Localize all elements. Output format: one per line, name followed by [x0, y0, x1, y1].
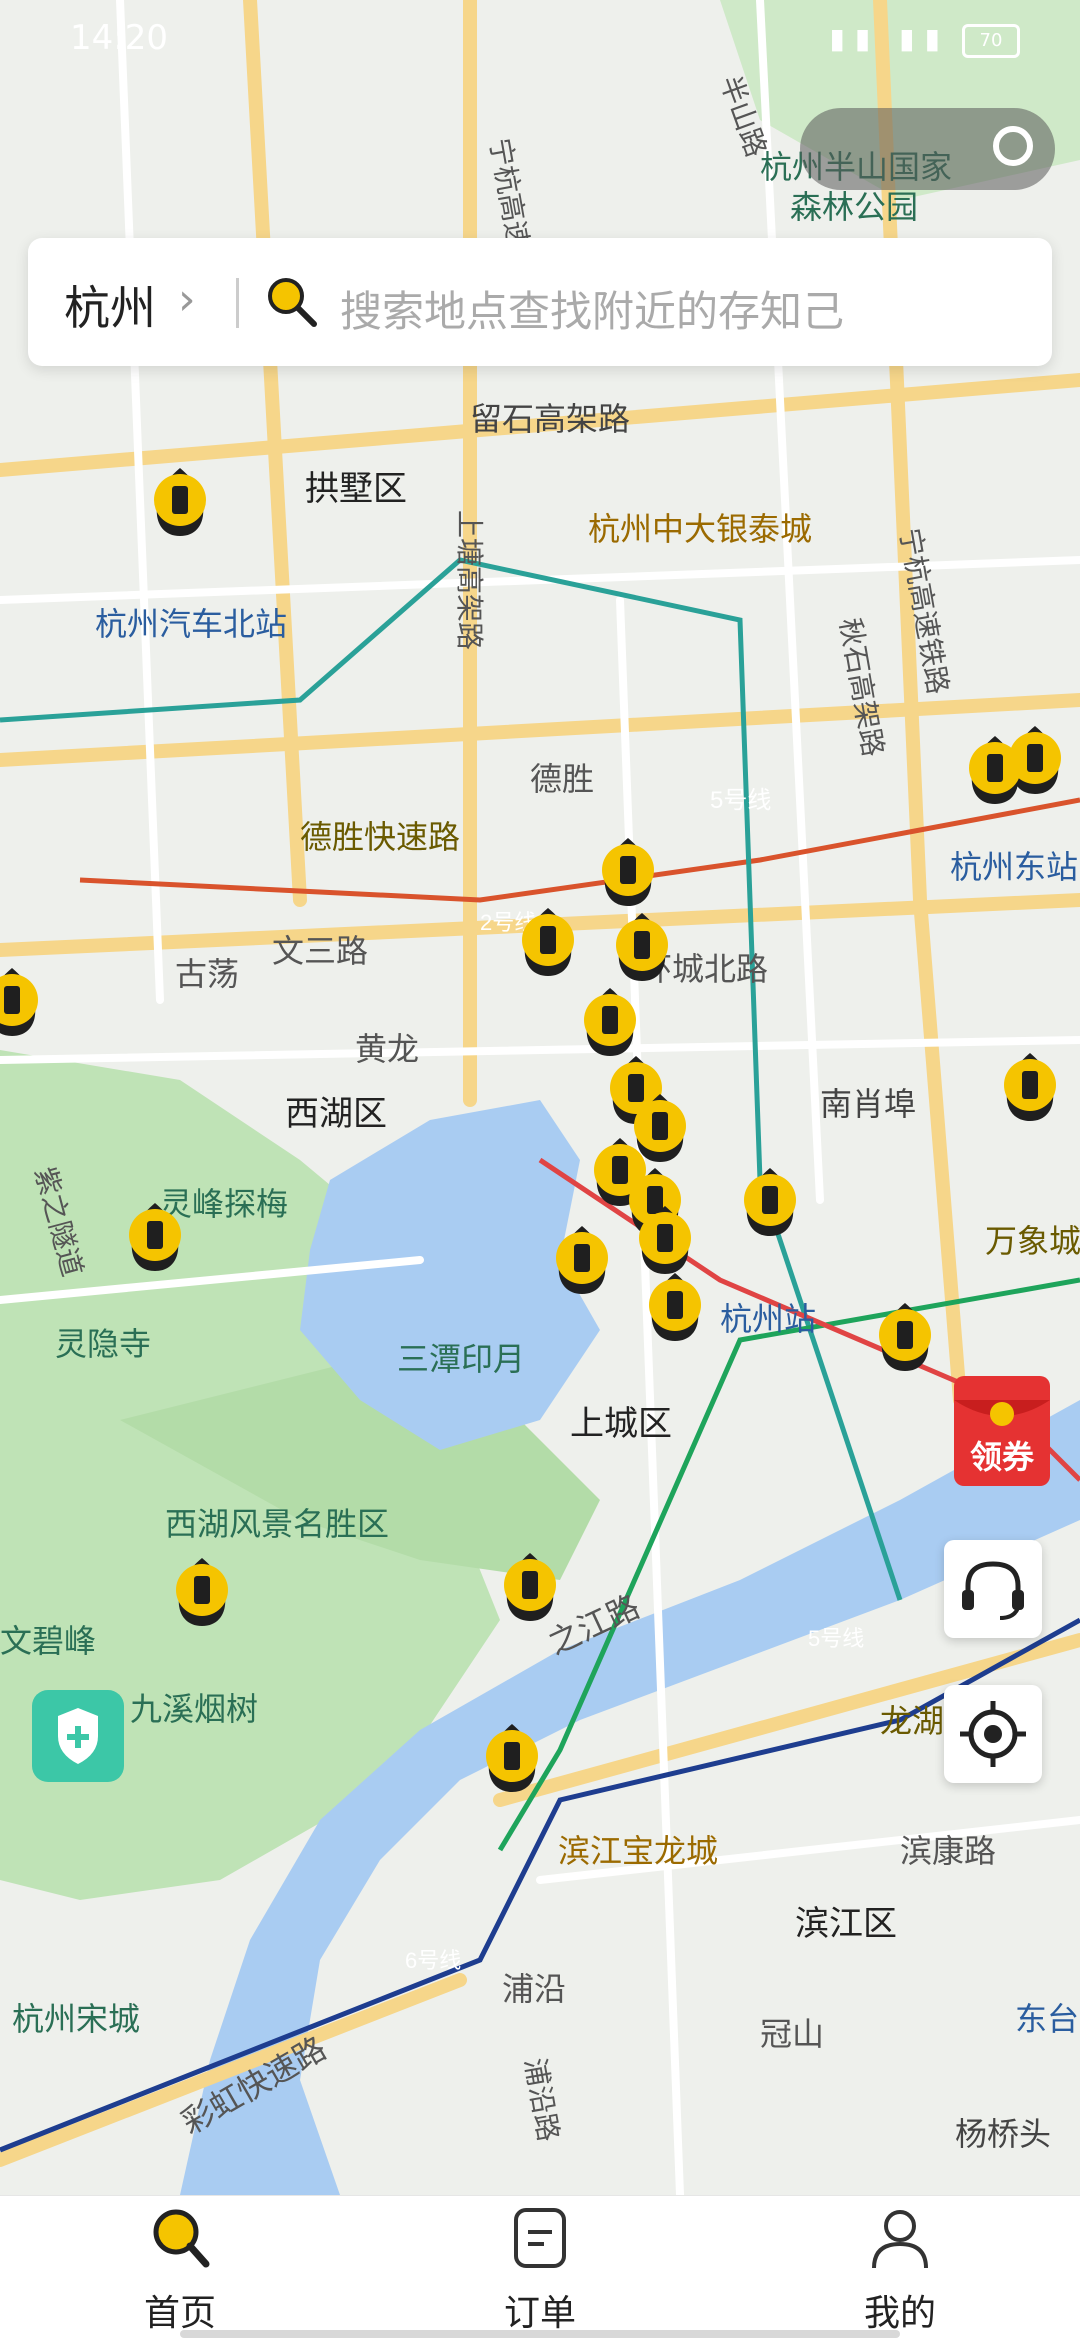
chevron-right-icon: ›: [178, 274, 196, 325]
map-label: 杭州东站: [950, 849, 1078, 885]
search-bar[interactable]: 杭州 › 搜索地点查找附近的存知己: [28, 238, 1052, 366]
map-label: 杭州站: [720, 1301, 816, 1337]
search-icon: [268, 278, 317, 327]
map-label: 上塘高架路: [454, 510, 485, 650]
signal-icons: ▮▮ ▮▮: [829, 22, 950, 55]
map-label: 杭州汽车北站: [95, 606, 287, 642]
headset-icon: [962, 1561, 1024, 1620]
map-label: 南肖埠: [820, 1086, 916, 1122]
map-label: 西湖风景名胜区: [165, 1506, 389, 1542]
bottom-tab-bar: 首页 订单 我的: [0, 2195, 1080, 2341]
divider: [236, 278, 239, 328]
map-label: 东台: [1015, 2001, 1079, 2037]
map-label: 灵隐寺: [55, 1326, 151, 1362]
map-label: 拱墅区: [305, 470, 407, 508]
map-label: 冠山: [760, 2016, 824, 2052]
tab-label: 我的: [863, 2293, 936, 2334]
customer-service-button[interactable]: [944, 1540, 1042, 1638]
profile-icon: [872, 2210, 928, 2269]
capsule-menu[interactable]: [800, 108, 1055, 190]
map-label: 文三路: [272, 933, 368, 969]
close-mini-program-icon[interactable]: [993, 126, 1033, 166]
map-label: 万象城: [985, 1223, 1080, 1259]
map-label: 杨桥头: [955, 2116, 1051, 2152]
locate-icon: [960, 1701, 1026, 1767]
tab-home[interactable]: 首页: [80, 2196, 280, 2341]
map-label: 西湖区: [285, 1095, 387, 1133]
map-label: 三潭印月: [397, 1341, 525, 1377]
tab-mine[interactable]: 我的: [800, 2196, 1000, 2341]
map-label: 5号线: [808, 1626, 864, 1651]
map-label: 留石高架路: [470, 401, 630, 437]
map-label: 5号线: [710, 787, 771, 814]
shield-icon: [58, 1708, 98, 1764]
map-label: 森林公园: [790, 189, 918, 225]
safety-shield-button[interactable]: [32, 1690, 124, 1782]
map-label: 杭州宋城: [12, 2001, 140, 2037]
tab-label: 订单: [503, 2293, 576, 2334]
coupon-label: 领券: [969, 1438, 1034, 1476]
search-input[interactable]: 搜索地点查找附近的存知己: [340, 278, 844, 339]
locate-me-button[interactable]: [944, 1685, 1042, 1783]
map-label: 滨康路: [900, 1833, 996, 1869]
tab-orders[interactable]: 订单: [440, 2196, 640, 2341]
map-label: 灵峰探梅: [160, 1186, 288, 1222]
map-label: 杭州中大银泰城: [588, 511, 812, 547]
map-label: 黄龙: [355, 1031, 419, 1067]
coupon-button[interactable]: 领券: [948, 1370, 1056, 1490]
map-label: 滨江区: [795, 1905, 897, 1943]
status-bar: 14:20 ▮▮ ▮▮ 70: [0, 0, 1080, 80]
battery-icon: 70: [962, 24, 1020, 58]
status-time: 14:20: [70, 18, 168, 58]
map-label: 上城区: [570, 1405, 672, 1443]
map-label: 德胜快速路: [300, 819, 460, 855]
map-label: 古荡: [175, 956, 239, 992]
map-label: 文碧峰: [0, 1623, 96, 1659]
home-indicator: [180, 2330, 900, 2338]
city-selector[interactable]: 杭州: [64, 272, 156, 338]
map-label: 6号线: [405, 1948, 461, 1973]
map-label: 浦沿: [502, 1971, 566, 2007]
tab-label: 首页: [143, 2293, 216, 2334]
search-icon: [153, 2209, 210, 2268]
map-label: 九溪烟树: [130, 1691, 258, 1727]
map-label: 滨江宝龙城: [558, 1833, 718, 1869]
map-label: 德胜: [530, 761, 594, 797]
order-list-icon: [514, 2208, 566, 2268]
